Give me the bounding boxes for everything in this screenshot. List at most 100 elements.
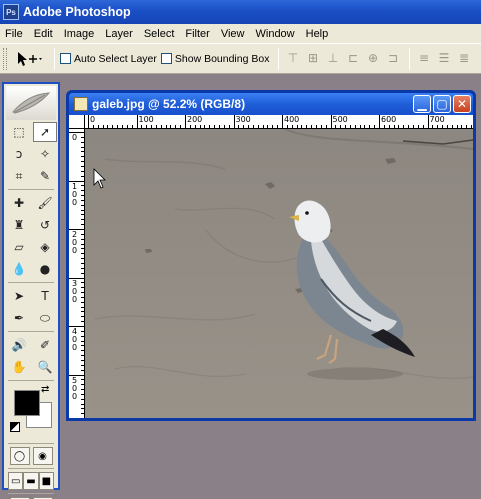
standard-screen-mode-icon[interactable]: ▭	[8, 472, 24, 490]
eyedropper-tool-icon[interactable]: ✐	[33, 335, 57, 355]
standard-mode-icon[interactable]: ◯	[9, 447, 30, 465]
ruler-minor-tick	[81, 161, 84, 163]
ruler-minor-tick	[364, 125, 366, 128]
ruler-minor-tick	[81, 389, 84, 391]
show-bounding-box-box[interactable]	[160, 53, 172, 64]
distribute-center-icon[interactable]: ☰	[435, 50, 452, 67]
ruler-minor-tick	[81, 384, 84, 386]
align-vertical-center-icon[interactable]: ⊞	[304, 50, 321, 67]
show-bounding-box-checkbox[interactable]: Show Bounding Box	[160, 53, 269, 65]
mask-mode-buttons: ◯ ◉	[4, 447, 58, 465]
ruler-minor-tick	[218, 125, 220, 128]
shape-tool-icon[interactable]: ⬭	[33, 308, 57, 328]
align-left-icon[interactable]: ⊏	[344, 50, 361, 67]
ruler-minor-tick	[81, 316, 84, 318]
menu-help[interactable]: Help	[301, 28, 335, 40]
history-brush-tool-icon[interactable]: ↺	[33, 215, 57, 235]
ruler-minor-tick	[81, 330, 84, 332]
ruler-top-label: 400	[284, 115, 300, 124]
menu-edit[interactable]: Edit	[29, 28, 59, 40]
auto-select-layer-box[interactable]	[60, 53, 71, 64]
ruler-minor-tick	[81, 146, 84, 148]
align-right-icon[interactable]: ⊐	[384, 50, 401, 67]
dodge-tool-icon[interactable]: ●	[33, 259, 57, 279]
path-selection-tool-icon[interactable]: ➤	[7, 286, 31, 306]
tool-grid-1: ⬚ ➚ ↄ ✧ ⌗ ✎	[4, 122, 58, 186]
ruler-minor-tick	[301, 125, 303, 128]
align-top-icon[interactable]: ⊤	[284, 50, 301, 67]
zoom-tool-icon[interactable]: 🔍	[33, 357, 57, 377]
ruler-major-tick	[185, 115, 186, 128]
move-tool-icon[interactable]: ➚	[33, 122, 57, 142]
healing-brush-tool-icon[interactable]: ✚	[7, 193, 31, 213]
clone-stamp-tool-icon[interactable]: ♜	[7, 215, 31, 235]
menu-view[interactable]: View	[216, 28, 251, 40]
ruler-minor-tick	[112, 125, 114, 128]
magic-wand-tool-icon[interactable]: ✧	[33, 144, 57, 164]
slice-tool-icon[interactable]: ✎	[33, 166, 57, 186]
marquee-tool-icon[interactable]: ⬚	[7, 122, 31, 142]
foreground-color-swatch[interactable]	[14, 390, 40, 416]
distribute-top-icon[interactable]: ≡	[415, 50, 432, 67]
document-title-bar[interactable]: galeb.jpg @ 52.2% (RGB/8) ▁ ▢ ✕	[69, 93, 473, 115]
image-canvas[interactable]	[85, 129, 473, 418]
ruler-origin[interactable]	[69, 115, 85, 129]
align-bottom-icon[interactable]: ⊥	[324, 50, 341, 67]
tool-preset-picker[interactable]	[11, 47, 49, 71]
crop-tool-icon[interactable]: ⌗	[7, 166, 31, 186]
ruler-minor-tick	[81, 355, 84, 357]
ruler-minor-tick	[209, 125, 211, 128]
ruler-minor-tick	[81, 364, 84, 366]
ruler-minor-tick	[141, 125, 143, 128]
menu-layer[interactable]: Layer	[100, 28, 139, 40]
toolbox-divider	[8, 493, 54, 494]
notes-tool-icon[interactable]: 🔊	[7, 335, 31, 355]
ruler-minor-tick	[97, 125, 99, 128]
paint-bucket-tool-icon[interactable]: ◈	[33, 237, 57, 257]
brush-tool-icon[interactable]: 🖌	[33, 193, 57, 213]
type-tool-icon[interactable]: T	[33, 286, 57, 306]
close-button[interactable]: ✕	[453, 95, 471, 113]
ruler-minor-tick	[189, 125, 191, 128]
ruler-minor-tick	[345, 125, 347, 128]
ruler-minor-tick	[102, 125, 104, 128]
quick-mask-mode-icon[interactable]: ◉	[32, 447, 53, 465]
ruler-minor-tick	[165, 125, 167, 128]
menu-file[interactable]: File	[0, 28, 29, 40]
ruler-minor-tick	[81, 253, 84, 255]
ruler-minor-tick	[81, 170, 84, 172]
ruler-minor-tick	[131, 125, 133, 128]
toolbox-divider	[8, 189, 54, 190]
options-bar-grip[interactable]	[3, 47, 7, 70]
ruler-minor-tick	[81, 403, 84, 405]
menu-image[interactable]: Image	[59, 28, 101, 40]
pen-tool-icon[interactable]: ✒	[7, 308, 31, 328]
blur-tool-icon[interactable]: 💧	[7, 259, 31, 279]
default-colors-icon[interactable]	[10, 422, 20, 432]
menu-window[interactable]: Window	[251, 28, 301, 40]
ruler-minor-tick	[325, 125, 327, 128]
auto-select-layer-checkbox[interactable]: Auto Select Layer	[60, 53, 157, 65]
ruler-minor-tick	[81, 175, 84, 177]
feather-logo-icon[interactable]	[6, 86, 56, 120]
vertical-ruler[interactable]: 0 1 0 0 2 0 0 3 0 0 4 0 0 5 0 0	[69, 129, 85, 418]
ruler-minor-tick	[311, 125, 313, 128]
swap-colors-icon[interactable]: ⇄	[41, 384, 49, 395]
screen-mode-buttons: ▭ ▬ ■	[4, 472, 58, 490]
full-screen-mode-icon[interactable]: ■	[38, 472, 54, 490]
horizontal-ruler[interactable]: 0 100 200 300 400 500 600 700	[85, 115, 473, 129]
full-screen-menu-mode-icon[interactable]: ▬	[23, 472, 39, 490]
ruler-minor-tick	[252, 125, 254, 128]
lasso-tool-icon[interactable]: ↄ	[7, 144, 31, 164]
menu-select[interactable]: Select	[139, 28, 181, 40]
distribute-bottom-icon[interactable]: ≣	[455, 50, 472, 67]
app-title-bar: Ps Adobe Photoshop	[0, 0, 481, 24]
menu-filter[interactable]: Filter	[180, 28, 215, 40]
ruler-minor-tick	[81, 393, 84, 395]
hand-tool-icon[interactable]: ✋	[7, 357, 31, 377]
eraser-tool-icon[interactable]: ▱	[7, 237, 31, 257]
minimize-button[interactable]: ▁	[413, 95, 431, 113]
ruler-minor-tick	[117, 125, 119, 128]
maximize-button[interactable]: ▢	[433, 95, 451, 113]
align-horizontal-center-icon[interactable]: ⊕	[364, 50, 381, 67]
